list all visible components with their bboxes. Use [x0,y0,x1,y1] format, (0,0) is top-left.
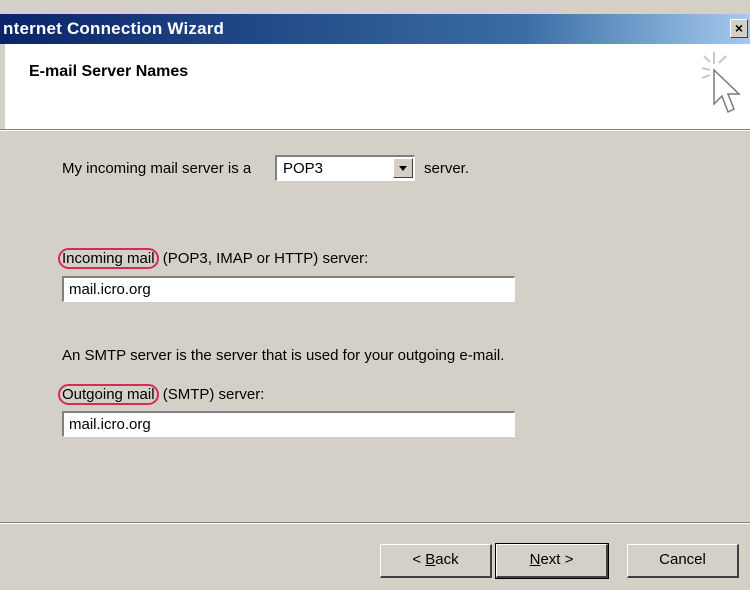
incoming-server-input[interactable] [62,276,515,302]
outgoing-server-label: Outgoing mail (SMTP) server: [58,384,264,405]
wizard-cursor-icon [701,52,741,114]
incoming-mail-highlight: Incoming mail [58,248,159,269]
next-button[interactable]: Next > [495,543,609,579]
chevron-down-icon[interactable] [393,158,413,178]
close-icon: × [734,20,744,36]
server-type-prefix-label: My incoming mail server is a [62,160,252,177]
server-type-value: POP3 [283,160,324,177]
back-button[interactable]: < Back [380,544,492,578]
close-button[interactable]: × [730,19,748,38]
incoming-server-label: Incoming mail (POP3, IMAP or HTTP) serve… [58,248,368,269]
server-type-select[interactable]: POP3 [275,155,415,181]
cancel-button[interactable]: Cancel [627,544,739,578]
server-type-suffix-label: server. [424,160,470,177]
page-title: E-mail Server Names [29,63,189,80]
title-bar: nternet Connection Wizard × [0,14,750,44]
window-title: nternet Connection Wizard [3,19,225,38]
outgoing-mail-highlight: Outgoing mail [58,384,159,405]
outgoing-server-input[interactable] [62,411,515,437]
smtp-description: An SMTP server is the server that is use… [62,347,505,364]
wizard-header: E-mail Server Names [5,44,750,129]
